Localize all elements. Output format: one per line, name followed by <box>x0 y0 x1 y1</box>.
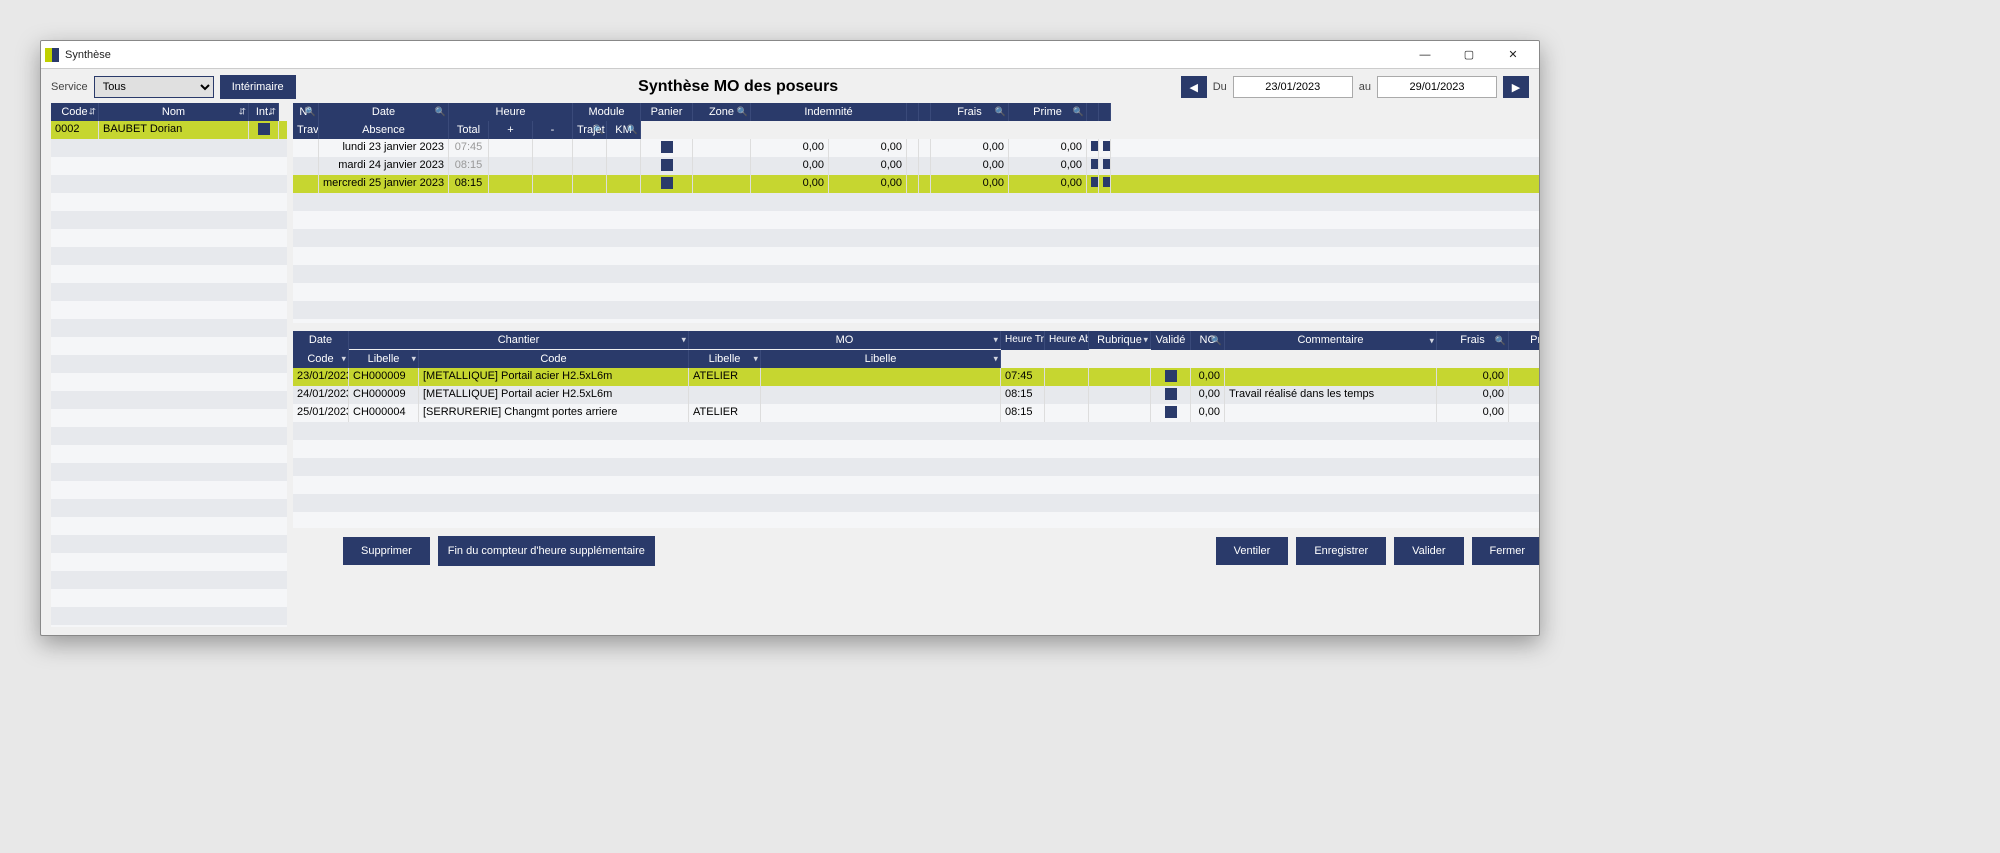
footer: Supprimer Fin du compteur d'heure supplé… <box>293 528 1540 576</box>
col-date[interactable]: Date🔍 <box>319 103 449 121</box>
supprimer-button[interactable]: Supprimer <box>343 537 430 565</box>
col-int[interactable]: Int.⇵ <box>249 103 279 121</box>
col-heure-absence[interactable]: Heure Absence <box>1045 331 1089 350</box>
date-from-input[interactable] <box>1233 76 1353 98</box>
days-grid: N°🔍 Date🔍 Heure Module Panier Zone🔍 Inde… <box>293 103 1540 323</box>
enregistrer-button[interactable]: Enregistrer <box>1296 537 1386 565</box>
ventiler-button[interactable]: Ventiler <box>1216 537 1289 565</box>
colgroup-chantier: Chantier▾ <box>349 331 689 349</box>
col-mo-code[interactable]: Code <box>419 350 689 368</box>
detail-row[interactable]: 25/01/2023 CH000004 [SERRURERIE] Changmt… <box>293 404 1540 422</box>
service-select[interactable]: Tous <box>94 76 214 98</box>
fermer-button[interactable]: Fermer <box>1472 537 1540 565</box>
col-mo-libelle[interactable]: Libelle▾ <box>689 350 761 368</box>
col-b-date[interactable]: Date <box>293 331 349 350</box>
detail-row[interactable]: 24/01/2023 CH000009 [METALLIQUE] Portail… <box>293 386 1540 404</box>
fin-compteur-button[interactable]: Fin du compteur d'heure supplémentaire <box>438 536 655 566</box>
right-panel: N°🔍 Date🔍 Heure Module Panier Zone🔍 Inde… <box>293 103 1540 627</box>
colgroup-heure: Heure <box>449 103 573 121</box>
col-rub-libelle[interactable]: Libelle▾ <box>761 350 1001 368</box>
date-to-input[interactable] <box>1377 76 1497 98</box>
col-trajet[interactable]: Trajet🔍 <box>573 121 607 139</box>
app-icon <box>45 48 59 62</box>
col-total[interactable]: Total <box>449 121 489 139</box>
col-small1[interactable] <box>907 103 919 121</box>
col-small2[interactable] <box>919 103 931 121</box>
col-prime[interactable]: Prime🔍 <box>1009 103 1087 121</box>
col-travail[interactable]: Travail <box>293 121 319 139</box>
col-nom[interactable]: Nom⇵ <box>99 103 249 121</box>
col-b-frais[interactable]: Frais🔍 <box>1437 331 1509 350</box>
col-panier[interactable]: Panier <box>641 103 693 121</box>
close-button[interactable]: ✕ <box>1491 43 1535 67</box>
col-heure-travail[interactable]: Heure Travail <box>1001 331 1045 350</box>
col-ch-libelle[interactable]: Libelle▾ <box>349 350 419 368</box>
col-ch-code[interactable]: Code▾ <box>293 350 349 368</box>
col-frais[interactable]: Frais🔍 <box>931 103 1009 121</box>
next-week-button[interactable]: ▶ <box>1503 76 1529 98</box>
window-title: Synthèse <box>65 49 1403 61</box>
col-b-prime[interactable]: Prime🔍 <box>1509 331 1540 350</box>
col-plus[interactable]: + <box>489 121 533 139</box>
day-row[interactable]: lundi 23 janvier 2023 07:45 0,00 0,00 0,… <box>293 139 1540 157</box>
employee-grid: Code⇵ Nom⇵ Int.⇵ 0002BAUBET Dorian <box>51 103 287 627</box>
col-km[interactable]: KM🔍 <box>607 121 641 139</box>
colgroup-indemnite: Indemnité <box>751 103 907 121</box>
col-nc[interactable]: NC🔍 <box>1191 331 1225 350</box>
col-valide[interactable]: Validé <box>1151 331 1191 350</box>
col-no[interactable]: N°🔍 <box>293 103 319 121</box>
date-to-label: au <box>1359 81 1371 93</box>
day-row[interactable]: mardi 24 janvier 2023 08:15 0,00 0,00 0,… <box>293 157 1540 175</box>
detail-row[interactable]: 23/01/2023 CH000009 [METALLIQUE] Portail… <box>293 368 1540 386</box>
colgroup-rubrique: Rubrique▾ <box>1089 331 1151 349</box>
maximize-button[interactable]: ▢ <box>1447 43 1491 67</box>
valider-button[interactable]: Valider <box>1394 537 1463 565</box>
date-from-label: Du <box>1213 81 1227 93</box>
col-commentaire[interactable]: Commentaire▾ <box>1225 331 1437 350</box>
interim-button[interactable]: Intérimaire <box>220 75 296 99</box>
prev-week-button[interactable]: ◀ <box>1181 76 1207 98</box>
colgroup-mo: MO▾ <box>689 331 1001 349</box>
page-title: Synthèse MO des poseurs <box>523 78 954 96</box>
titlebar: Synthèse — ▢ ✕ <box>41 41 1539 69</box>
colgroup-module: Module <box>573 103 641 121</box>
col-zone[interactable]: Zone🔍 <box>693 103 751 121</box>
service-label: Service <box>51 81 88 93</box>
col-code[interactable]: Code⇵ <box>51 103 99 121</box>
col-minus[interactable]: - <box>533 121 573 139</box>
minimize-button[interactable]: — <box>1403 43 1447 67</box>
toolbar: Service Tous Intérimaire Synthèse MO des… <box>41 69 1539 103</box>
day-row[interactable]: mercredi 25 janvier 2023 08:15 0,00 0,00… <box>293 175 1540 193</box>
app-window: Synthèse — ▢ ✕ Service Tous Intérimaire … <box>40 40 1540 636</box>
col-absence[interactable]: Absence <box>319 121 449 139</box>
detail-grid: Date Chantier▾ MO▾ Heure Travail Heure A… <box>293 331 1540 528</box>
employee-row[interactable]: 0002BAUBET Dorian <box>51 121 287 139</box>
